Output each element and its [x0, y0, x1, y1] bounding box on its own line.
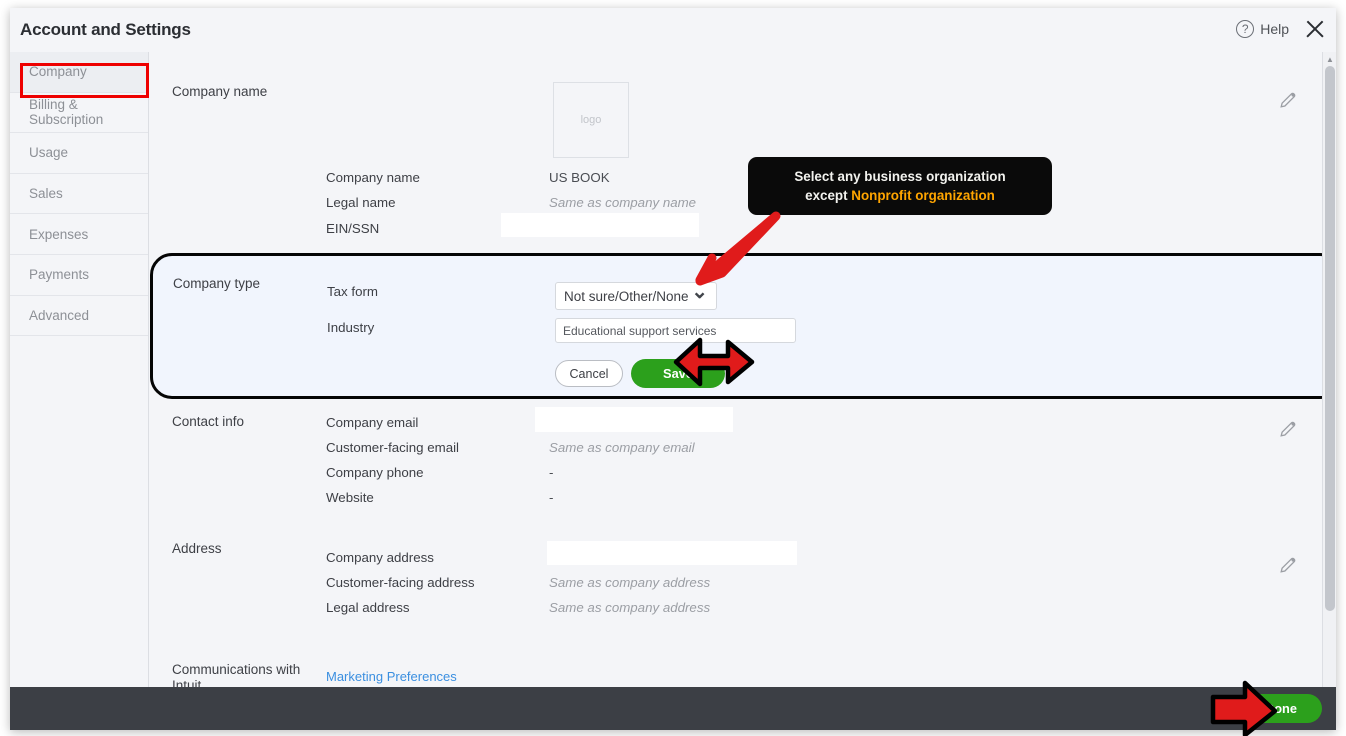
row-value-customer-facing-email: Same as company email [549, 440, 695, 455]
row-label-website: Website [326, 490, 374, 505]
row-label-company-name: Company name [326, 170, 420, 185]
sidebar-item-advanced[interactable]: Advanced [10, 296, 148, 337]
vertical-scrollbar[interactable]: ▲ ▼ [1322, 52, 1336, 701]
row-value-customer-facing-address: Same as company address [549, 575, 710, 590]
modal-footer: Done [10, 687, 1336, 730]
settings-content: Company name logo Company name US BOOK L… [150, 52, 1322, 701]
sidebar-item-payments[interactable]: Payments [10, 255, 148, 296]
row-value-legal-name: Same as company name [549, 195, 696, 210]
company-email-value-field[interactable] [535, 407, 733, 432]
header-actions: ? Help [1236, 16, 1328, 42]
sidebar-item-label: Company [29, 64, 87, 79]
sidebar-item-sales[interactable]: Sales [10, 174, 148, 215]
question-circle-icon: ? [1236, 20, 1254, 38]
pencil-icon[interactable] [1278, 555, 1298, 575]
sidebar-item-label: Payments [29, 267, 89, 282]
help-label: Help [1260, 21, 1289, 37]
industry-input[interactable]: Educational support services [555, 318, 796, 343]
sidebar-item-label: Expenses [29, 227, 88, 242]
chevron-down-icon: ⌄ [691, 287, 708, 297]
save-button-label: Save [663, 366, 693, 381]
marketing-preferences-link[interactable]: Marketing Preferences [326, 669, 457, 684]
callout-line-2: except Nonprofit organization [805, 186, 995, 205]
row-value-company-name: US BOOK [549, 170, 610, 185]
section-contact-info: Contact info Company email Customer-faci… [150, 400, 1322, 540]
sidebar-item-label: Billing & Subscription [29, 97, 148, 127]
pencil-icon[interactable] [1278, 419, 1298, 439]
section-company-type: Company type Tax form Not sure/Other/Non… [150, 253, 1322, 399]
modal-header: Account and Settings ? Help [10, 8, 1336, 52]
row-label-customer-facing-email: Customer-facing email [326, 440, 459, 455]
close-icon[interactable] [1302, 16, 1328, 42]
scroll-up-arrow-icon[interactable]: ▲ [1323, 52, 1336, 66]
sidebar-item-label: Sales [29, 186, 63, 201]
row-label-legal-name: Legal name [326, 195, 396, 210]
sidebar-item-company[interactable]: Company [10, 52, 148, 93]
company-logo-placeholder[interactable]: logo [553, 82, 629, 158]
row-label-company-address: Company address [326, 550, 434, 565]
sidebar-item-usage[interactable]: Usage [10, 133, 148, 174]
section-title: Contact info [172, 414, 244, 430]
row-label-customer-facing-address: Customer-facing address [326, 575, 475, 590]
section-company-name: Company name logo Company name US BOOK L… [150, 52, 1322, 252]
section-title: Company name [172, 84, 267, 100]
row-label-company-phone: Company phone [326, 465, 424, 480]
row-label-company-email: Company email [326, 415, 418, 430]
callout-line-2-highlight: Nonprofit organization [851, 188, 995, 203]
sidebar-item-billing-subscription[interactable]: Billing & Subscription [10, 93, 148, 134]
logo-placeholder-label: logo [581, 114, 602, 126]
cancel-button[interactable]: Cancel [555, 360, 623, 387]
row-label-legal-address: Legal address [326, 600, 410, 615]
scrollbar-thumb[interactable] [1325, 66, 1335, 611]
section-title-line1: Communications with [172, 662, 300, 678]
callout-tooltip: Select any business organization except … [748, 157, 1052, 215]
company-address-value-field[interactable] [547, 541, 797, 565]
done-button[interactable]: Done [1240, 694, 1322, 723]
sidebar: Company Billing & Subscription Usage Sal… [10, 52, 149, 701]
row-value-company-phone: - [549, 465, 553, 480]
section-address: Address Company address Customer-facing … [150, 531, 1322, 662]
industry-value: Educational support services [563, 324, 716, 338]
help-button[interactable]: ? Help [1236, 20, 1289, 38]
page-title: Account and Settings [20, 20, 191, 40]
section-title: Address [172, 541, 222, 557]
row-label-ein-ssn: EIN/SSN [326, 221, 379, 236]
sidebar-item-expenses[interactable]: Expenses [10, 214, 148, 255]
row-label-industry: Industry [327, 320, 374, 335]
account-settings-modal: Account and Settings ? Help Company Bill… [10, 8, 1336, 730]
section-title: Company type [173, 276, 260, 291]
tax-form-select[interactable]: Not sure/Other/None ⌄ [555, 282, 717, 310]
row-label-tax-form: Tax form [327, 284, 378, 299]
callout-line-2-prefix: except [805, 188, 851, 203]
callout-line-1: Select any business organization [794, 167, 1005, 186]
pencil-icon[interactable] [1278, 90, 1298, 110]
cancel-button-label: Cancel [570, 367, 609, 381]
sidebar-item-label: Advanced [29, 308, 89, 323]
screenshot-root: Account and Settings ? Help Company Bill… [0, 0, 1346, 736]
sidebar-item-label: Usage [29, 145, 68, 160]
save-button[interactable]: Save [631, 359, 725, 388]
row-value-legal-address: Same as company address [549, 600, 710, 615]
done-button-label: Done [1265, 701, 1297, 716]
ein-ssn-value-field[interactable] [501, 213, 699, 237]
row-value-website: - [549, 490, 553, 505]
tax-form-selected-value: Not sure/Other/None [564, 289, 689, 304]
